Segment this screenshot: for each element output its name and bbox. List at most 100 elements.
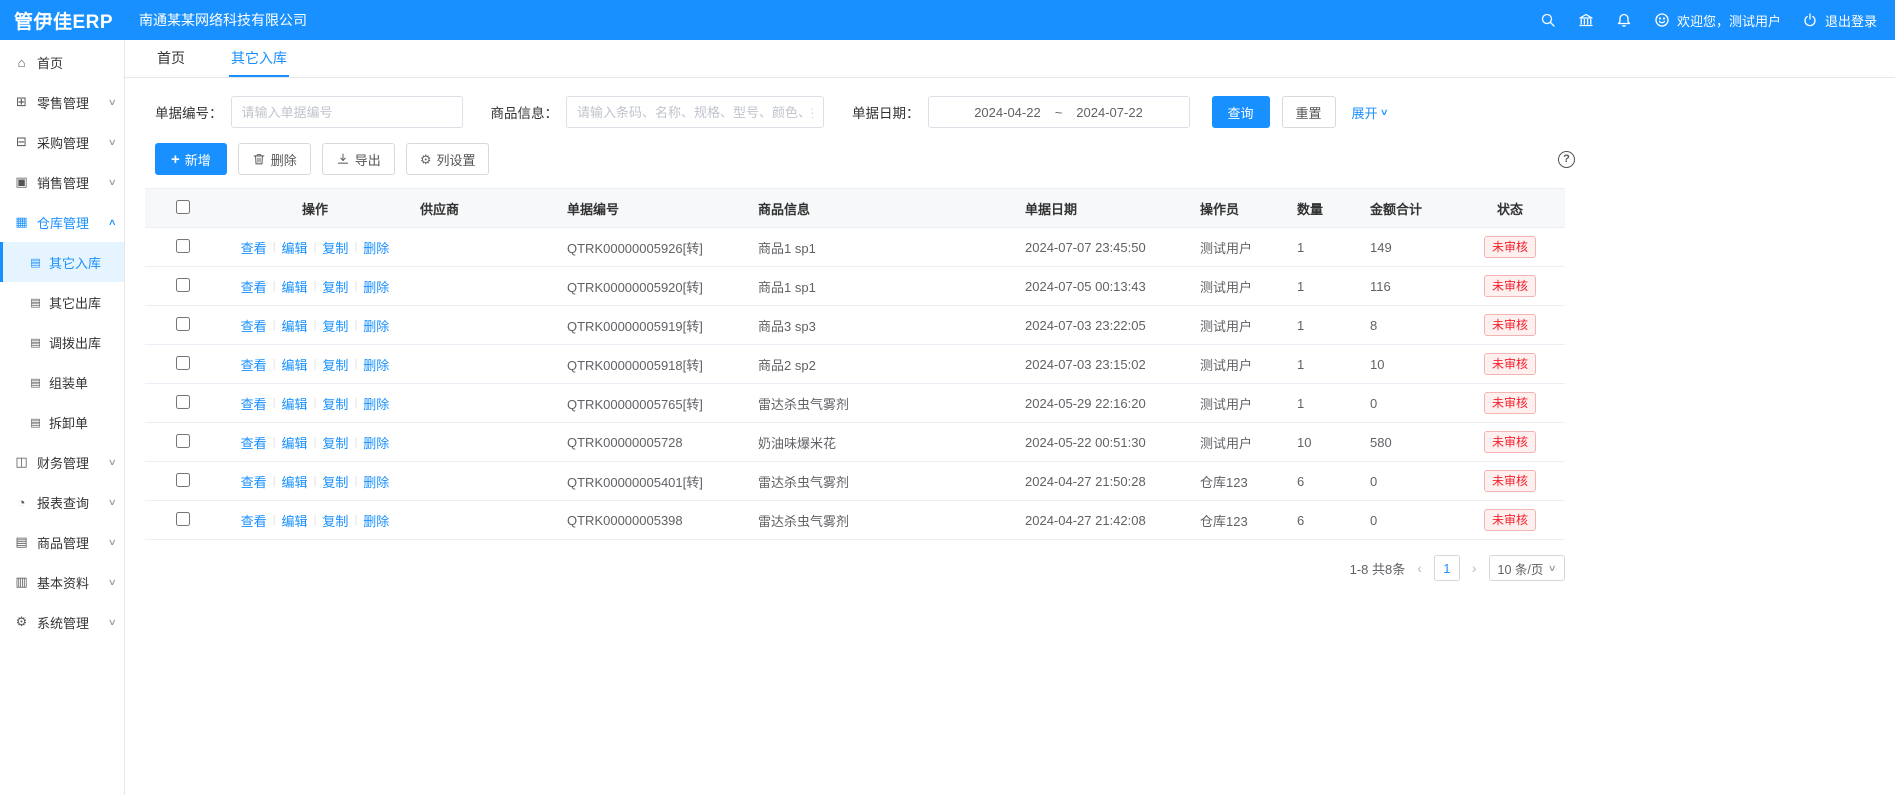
sidebar-item-basic-data[interactable]: ▥ 基本资料 ∨ <box>0 562 124 602</box>
sidebar-item-assembly[interactable]: ▤ 组装单 <box>0 362 124 402</box>
sidebar-item-purchase[interactable]: ⊟ 采购管理 ∨ <box>0 122 124 162</box>
row-action-edit[interactable]: 编辑 <box>282 472 308 491</box>
row-action-view[interactable]: 查看 <box>241 433 267 452</box>
row-action-view[interactable]: 查看 <box>241 472 267 491</box>
document-icon: ▤ <box>29 296 42 309</box>
bell-icon[interactable] <box>1615 11 1633 29</box>
cell-bill-no: QTRK00000005728 <box>557 423 748 462</box>
sidebar-item-reports[interactable]: ◔ 报表查询 ∨ <box>0 482 124 522</box>
row-action-copy[interactable]: 复制 <box>322 394 348 413</box>
row-action-delete[interactable]: 删除 <box>363 355 389 374</box>
row-action-copy[interactable]: 复制 <box>322 277 348 296</box>
row-checkbox[interactable] <box>176 278 190 292</box>
row-checkbox[interactable] <box>176 434 190 448</box>
chevron-down-icon: ∨ <box>108 177 117 188</box>
row-action-copy[interactable]: 复制 <box>322 316 348 335</box>
row-action-copy[interactable]: 复制 <box>322 472 348 491</box>
retail-icon: ⊞ <box>14 94 29 110</box>
row-action-edit[interactable]: 编辑 <box>282 316 308 335</box>
sidebar-item-disassembly[interactable]: ▤ 拆卸单 <box>0 402 124 442</box>
row-action-delete[interactable]: 删除 <box>363 511 389 530</box>
column-settings-button[interactable]: ⚙ 列设置 <box>406 143 490 175</box>
search-icon[interactable] <box>1539 11 1557 29</box>
row-action-delete[interactable]: 删除 <box>363 316 389 335</box>
add-button[interactable]: + 新增 <box>155 143 227 175</box>
row-action-copy[interactable]: 复制 <box>322 238 348 257</box>
sidebar-item-label: 仓库管理 <box>37 213 89 232</box>
cell-supplier <box>410 345 557 384</box>
row-action-delete[interactable]: 删除 <box>363 394 389 413</box>
tab-other-inbound[interactable]: 其它入库 <box>229 40 289 77</box>
chevron-down-icon: ∨ <box>108 537 117 548</box>
reset-button[interactable]: 重置 <box>1282 96 1336 128</box>
cell-bill-no: QTRK00000005926[转] <box>557 228 748 267</box>
row-checkbox[interactable] <box>176 512 190 526</box>
table-row: 查看|编辑|复制|删除 QTRK00000005398 雷达杀虫气雾剂 2024… <box>145 501 1565 540</box>
row-action-delete[interactable]: 删除 <box>363 433 389 452</box>
sidebar-item-retail[interactable]: ⊞ 零售管理 ∨ <box>0 82 124 122</box>
expand-link[interactable]: 展开 ∨ <box>1352 103 1388 122</box>
action-separator: | <box>273 397 276 409</box>
row-action-view[interactable]: 查看 <box>241 511 267 530</box>
row-checkbox[interactable] <box>176 356 190 370</box>
prev-page-button[interactable]: ‹ <box>1415 560 1424 576</box>
reports-icon: ◔ <box>14 495 29 510</box>
sidebar-item-other-outbound[interactable]: ▤ 其它出库 <box>0 282 124 322</box>
bill-no-input[interactable] <box>231 96 463 128</box>
select-all-checkbox[interactable] <box>176 200 190 214</box>
sidebar-item-other-inbound[interactable]: ▤ 其它入库 <box>0 242 124 282</box>
logout-button[interactable]: 退出登录 <box>1801 11 1877 30</box>
row-action-edit[interactable]: 编辑 <box>282 394 308 413</box>
chevron-down-icon: ∨ <box>108 617 117 628</box>
bank-icon[interactable] <box>1577 11 1595 29</box>
page-number[interactable]: 1 <box>1434 555 1460 581</box>
row-action-edit[interactable]: 编辑 <box>282 277 308 296</box>
row-action-delete[interactable]: 删除 <box>363 277 389 296</box>
row-action-copy[interactable]: 复制 <box>322 433 348 452</box>
delete-button[interactable]: 删除 <box>238 143 311 175</box>
download-icon <box>336 152 350 166</box>
row-action-view[interactable]: 查看 <box>241 394 267 413</box>
status-badge: 未审核 <box>1484 392 1536 414</box>
row-action-edit[interactable]: 编辑 <box>282 355 308 374</box>
sidebar-item-goods[interactable]: ▤ 商品管理 ∨ <box>0 522 124 562</box>
action-separator: | <box>314 319 317 331</box>
help-icon[interactable]: ? <box>1558 151 1575 168</box>
row-action-view[interactable]: 查看 <box>241 238 267 257</box>
row-checkbox[interactable] <box>176 473 190 487</box>
row-action-edit[interactable]: 编辑 <box>282 511 308 530</box>
next-page-button[interactable]: › <box>1470 560 1479 576</box>
sidebar-item-label: 零售管理 <box>37 93 89 112</box>
row-action-delete[interactable]: 删除 <box>363 472 389 491</box>
cell-supplier <box>410 306 557 345</box>
cell-supplier <box>410 501 557 540</box>
sidebar-item-finance[interactable]: ◫ 财务管理 ∨ <box>0 442 124 482</box>
status-badge: 未审核 <box>1484 431 1536 453</box>
sidebar-item-sales[interactable]: ▣ 销售管理 ∨ <box>0 162 124 202</box>
row-checkbox[interactable] <box>176 317 190 331</box>
welcome-user[interactable]: 欢迎您，测试用户 <box>1653 11 1781 30</box>
sidebar-item-warehouse[interactable]: ▦ 仓库管理 ∧ <box>0 202 124 242</box>
row-action-view[interactable]: 查看 <box>241 316 267 335</box>
export-button[interactable]: 导出 <box>322 143 395 175</box>
sidebar-item-transfer-outbound[interactable]: ▤ 调拨出库 <box>0 322 124 362</box>
product-info-input[interactable] <box>566 96 824 128</box>
row-action-copy[interactable]: 复制 <box>322 511 348 530</box>
system-icon: ⚙ <box>14 614 29 630</box>
sidebar-item-system[interactable]: ⚙ 系统管理 ∨ <box>0 602 124 642</box>
sidebar-item-home[interactable]: ⌂ 首页 <box>0 42 124 82</box>
row-action-view[interactable]: 查看 <box>241 277 267 296</box>
search-button[interactable]: 查询 <box>1212 96 1270 128</box>
sidebar-item-label: 组装单 <box>49 373 88 392</box>
row-action-edit[interactable]: 编辑 <box>282 238 308 257</box>
row-action-edit[interactable]: 编辑 <box>282 433 308 452</box>
row-action-view[interactable]: 查看 <box>241 355 267 374</box>
row-action-delete[interactable]: 删除 <box>363 238 389 257</box>
row-action-copy[interactable]: 复制 <box>322 355 348 374</box>
date-range-picker[interactable]: 2024-04-22 ~ 2024-07-22 <box>928 96 1190 128</box>
tab-home[interactable]: 首页 <box>155 40 187 77</box>
table-header-row: 操作 供应商 单据编号 商品信息 单据日期 操作员 数量 金额合计 状态 <box>145 189 1565 228</box>
row-checkbox[interactable] <box>176 239 190 253</box>
page-size-select[interactable]: 10 条/页 ∨ <box>1489 555 1565 581</box>
row-checkbox[interactable] <box>176 395 190 409</box>
